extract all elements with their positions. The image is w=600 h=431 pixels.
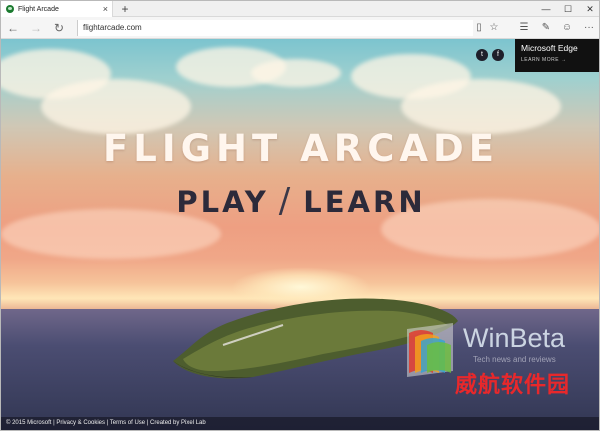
play-learn-nav: PLAY / LEARN: [1, 181, 599, 221]
game-logo: FLIGHT ARCADE: [103, 127, 499, 170]
edge-promo-button[interactable]: Microsoft Edge LEARN MORE →: [515, 39, 599, 72]
footer-links[interactable]: © 2015 Microsoft | Privacy & Cookies | T…: [6, 420, 206, 426]
address-bar: ← → ↻ flightarcade.com ▯ ☆ ☰ ✎ ☺ ···: [1, 17, 599, 39]
feedback-smiley-icon[interactable]: ☺: [559, 20, 575, 36]
cloud: [251, 59, 341, 87]
browser-window: Flight Arcade × + — ☐ ✕ ← → ↻ flightarca…: [0, 0, 600, 431]
cloud: [41, 79, 191, 134]
edge-promo-title: Microsoft Edge: [521, 43, 578, 53]
learn-link[interactable]: LEARN: [303, 185, 425, 219]
maximize-button[interactable]: ☐: [557, 1, 579, 17]
forward-button[interactable]: →: [28, 20, 44, 36]
refresh-button[interactable]: ↻: [51, 20, 67, 36]
tab-strip: Flight Arcade × + — ☐ ✕: [1, 1, 599, 17]
tab-flight-arcade[interactable]: Flight Arcade ×: [1, 1, 113, 17]
new-tab-button[interactable]: +: [118, 1, 132, 17]
play-link[interactable]: PLAY: [176, 185, 268, 219]
cloud: [401, 79, 561, 134]
favorite-star-icon[interactable]: ☆: [486, 20, 502, 36]
twitter-icon[interactable]: t: [476, 49, 488, 61]
winbeta-watermark: WinBeta Tech news and reviews 威航软件园: [403, 323, 599, 397]
url-field[interactable]: flightarcade.com: [77, 20, 473, 36]
winbeta-logo-icon: [407, 323, 453, 377]
web-note-icon[interactable]: ✎: [538, 20, 554, 36]
tab-title: Flight Arcade: [18, 5, 59, 13]
minimize-button[interactable]: —: [535, 1, 557, 17]
back-button[interactable]: ←: [5, 20, 21, 36]
site-favicon-icon: [6, 5, 14, 13]
learn-more-link[interactable]: LEARN MORE →: [521, 57, 595, 63]
window-controls: — ☐ ✕: [535, 1, 599, 17]
winbeta-tagline: Tech news and reviews: [473, 355, 556, 364]
facebook-icon[interactable]: f: [492, 49, 504, 61]
tab-close-icon[interactable]: ×: [103, 3, 108, 15]
chinese-watermark: 威航软件园: [455, 372, 571, 397]
more-icon[interactable]: ···: [581, 20, 597, 36]
reading-view-icon[interactable]: ▯: [471, 20, 487, 36]
page-footer: © 2015 Microsoft | Privacy & Cookies | T…: [1, 417, 599, 430]
winbeta-brand: WinBeta: [463, 323, 566, 353]
separator-slash: /: [278, 181, 294, 221]
url-text: flightarcade.com: [83, 23, 142, 32]
close-window-button[interactable]: ✕: [579, 1, 599, 17]
hub-icon[interactable]: ☰: [516, 20, 532, 36]
